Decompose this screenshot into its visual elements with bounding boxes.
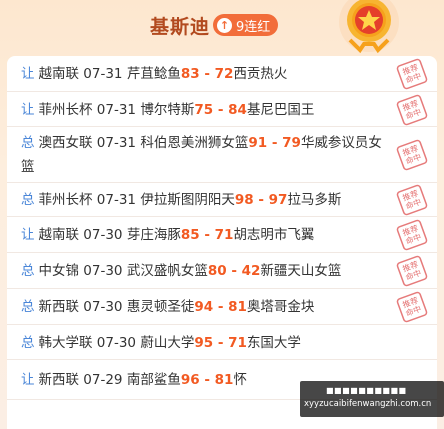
away-team: 基尼巴国王 (246, 102, 315, 118)
up-arrow-icon: ↑ (217, 17, 232, 33)
home-score: 98 (234, 192, 254, 208)
home-team: 南部鲨鱼 (126, 372, 181, 388)
pick-text: 让菲州长杯 07-31 博尔特斯75 - 84基尼巴国王 (21, 98, 389, 122)
pick-row[interactable]: 总韩大学联 07-30 蔚山大学95 - 71东国大学 (7, 325, 437, 360)
pick-text: 总澳西女联 07-31 科伯恩美洲狮女篮91 - 79华威参议员女篮 (21, 131, 389, 179)
away-score: 81 (228, 299, 247, 315)
pick-type-tag: 总 (21, 335, 35, 351)
away-score: 71 (228, 335, 247, 351)
league-name: 新西联 (38, 299, 80, 315)
pick-text: 总菲州长杯 07-31 伊拉斯图阴阳天98 - 97拉马多斯 (21, 188, 389, 212)
away-team: 怀 (233, 372, 247, 388)
match-date: 07-31 (96, 192, 137, 208)
away-score: 79 (282, 135, 301, 151)
page-title: 基斯迪 (150, 16, 211, 38)
pick-row[interactable]: 总中女锦 07-30 武汉盛帆女篮80 - 42新疆天山女篮 推荐 命中 (7, 253, 437, 289)
hit-stamp-icon: 推荐命中 (396, 219, 428, 251)
pick-text: 让越南联 07-31 芹苴鲶鱼83 - 72西贡热火 (21, 62, 389, 86)
hit-stamp-icon: 推荐命中 (396, 94, 428, 126)
hit-stamp-icon: 推荐命中 (396, 255, 428, 287)
home-score: 75 (194, 102, 214, 118)
home-score: 96 (180, 372, 200, 388)
match-date: 07-31 (96, 102, 137, 118)
league-name: 菲州长杯 (38, 102, 93, 118)
streak-badge: ↑ 9连红 (213, 14, 279, 36)
away-team: 新疆天山女篮 (260, 263, 342, 279)
home-team: 蔚山大学 (140, 335, 195, 351)
away-score: 81 (214, 372, 234, 388)
league-name: 新西联 (38, 372, 80, 388)
pick-type-tag: 总 (21, 299, 35, 315)
league-name: 菲州长杯 (38, 192, 93, 208)
pick-type-tag: 让 (21, 227, 35, 243)
pick-type-tag: 总 (21, 263, 35, 279)
picks-list: 让越南联 07-31 芹苴鲶鱼83 - 72西贡热火 推荐 命中让菲州长杯 07-3… (7, 56, 437, 429)
league-name: 韩大学联 (38, 335, 93, 351)
pick-text: 总新西联 07-30 惠灵顿圣徒94 - 81奥塔哥金块 (21, 295, 389, 319)
league-name: 澳西女联 (38, 135, 93, 151)
league-name: 中女锦 (38, 263, 80, 279)
away-team: 胡志明市飞翼 (233, 227, 315, 243)
home-team: 科伯恩美洲狮女篮 (140, 135, 249, 151)
league-name: 越南联 (38, 66, 80, 82)
pick-type-tag: 总 (21, 135, 35, 151)
match-date: 07-29 (83, 372, 123, 388)
pick-row[interactable]: 总澳西女联 07-31 科伯恩美洲狮女篮91 - 79华威参议员女篮 推荐 命中 (7, 127, 437, 183)
league-name: 越南联 (38, 227, 80, 243)
pick-row[interactable]: 总菲州长杯 07-31 伊拉斯图阴阳天98 - 97拉马多斯 推荐 命中 (7, 183, 437, 217)
pick-type-tag: 让 (21, 372, 35, 388)
watermark: ■■■■■■■■■■ xyyzucaibifenwangzhi.com.cn (300, 381, 444, 417)
away-score: 97 (268, 192, 288, 208)
home-score: 95 (194, 335, 214, 351)
home-team: 惠灵顿圣徒 (126, 299, 195, 315)
home-team: 伊拉斯图阴阳天 (140, 192, 235, 208)
home-score: 85 (180, 227, 200, 243)
home-score: 83 (180, 66, 200, 82)
pick-row[interactable]: 让菲州长杯 07-31 博尔特斯75 - 84基尼巴国王 推荐 命中 (7, 92, 437, 127)
away-score: 42 (241, 263, 261, 279)
home-score: 80 (207, 263, 227, 279)
match-date: 07-30 (83, 263, 123, 279)
away-team: 奥塔哥金块 (246, 299, 315, 315)
pick-text: 总韩大学联 07-30 蔚山大学95 - 71东国大学 (21, 331, 389, 355)
home-team: 芹苴鲶鱼 (126, 66, 181, 82)
pick-type-tag: 让 (21, 102, 35, 118)
pick-type-tag: 总 (21, 192, 35, 208)
watermark-line2: xyyzucaibifenwangzhi.com.cn (304, 399, 432, 409)
away-score: 84 (228, 102, 247, 118)
pick-row[interactable]: 让越南联 07-30 芽庄海豚85 - 71胡志明市飞翼 推荐 命中 (7, 217, 437, 253)
pick-row[interactable]: 总新西联 07-30 惠灵顿圣徒94 - 81奥塔哥金块 推荐 命中 (7, 289, 437, 325)
pick-text: 总中女锦 07-30 武汉盛帆女篮80 - 42新疆天山女篮 (21, 259, 389, 283)
match-date: 07-31 (83, 66, 123, 82)
hit-stamp-icon: 推荐命中 (396, 184, 428, 216)
away-score: 71 (214, 227, 234, 243)
match-date: 07-31 (96, 135, 137, 151)
pick-type-tag: 让 (21, 66, 35, 82)
pick-text: 让越南联 07-30 芽庄海豚85 - 71胡志明市飞翼 (21, 223, 389, 247)
away-score: 72 (214, 66, 234, 82)
home-score: 94 (194, 299, 214, 315)
hit-stamp-icon: 推荐命中 (396, 139, 428, 171)
away-team: 西贡热火 (233, 66, 288, 82)
star-medal-icon (339, 0, 399, 54)
home-team: 博尔特斯 (140, 102, 195, 118)
pick-row[interactable]: 让越南联 07-31 芹苴鲶鱼83 - 72西贡热火 推荐 命中 (7, 56, 437, 92)
home-score: 91 (248, 135, 268, 151)
home-team: 芽庄海豚 (126, 227, 181, 243)
watermark-line1: ■■■■■■■■■■ (326, 386, 407, 395)
hit-stamp-icon: 推荐命中 (396, 58, 428, 90)
away-team: 拉马多斯 (287, 192, 342, 208)
hit-stamp-icon: 推荐命中 (396, 291, 428, 323)
match-date: 07-30 (83, 227, 123, 243)
match-date: 07-30 (83, 299, 123, 315)
away-team: 东国大学 (246, 335, 301, 351)
home-team: 武汉盛帆女篮 (126, 263, 208, 279)
header: 基斯迪 ↑ 9连红 (0, 0, 444, 56)
streak-label: 9连红 (236, 19, 271, 35)
match-date: 07-30 (96, 335, 137, 351)
